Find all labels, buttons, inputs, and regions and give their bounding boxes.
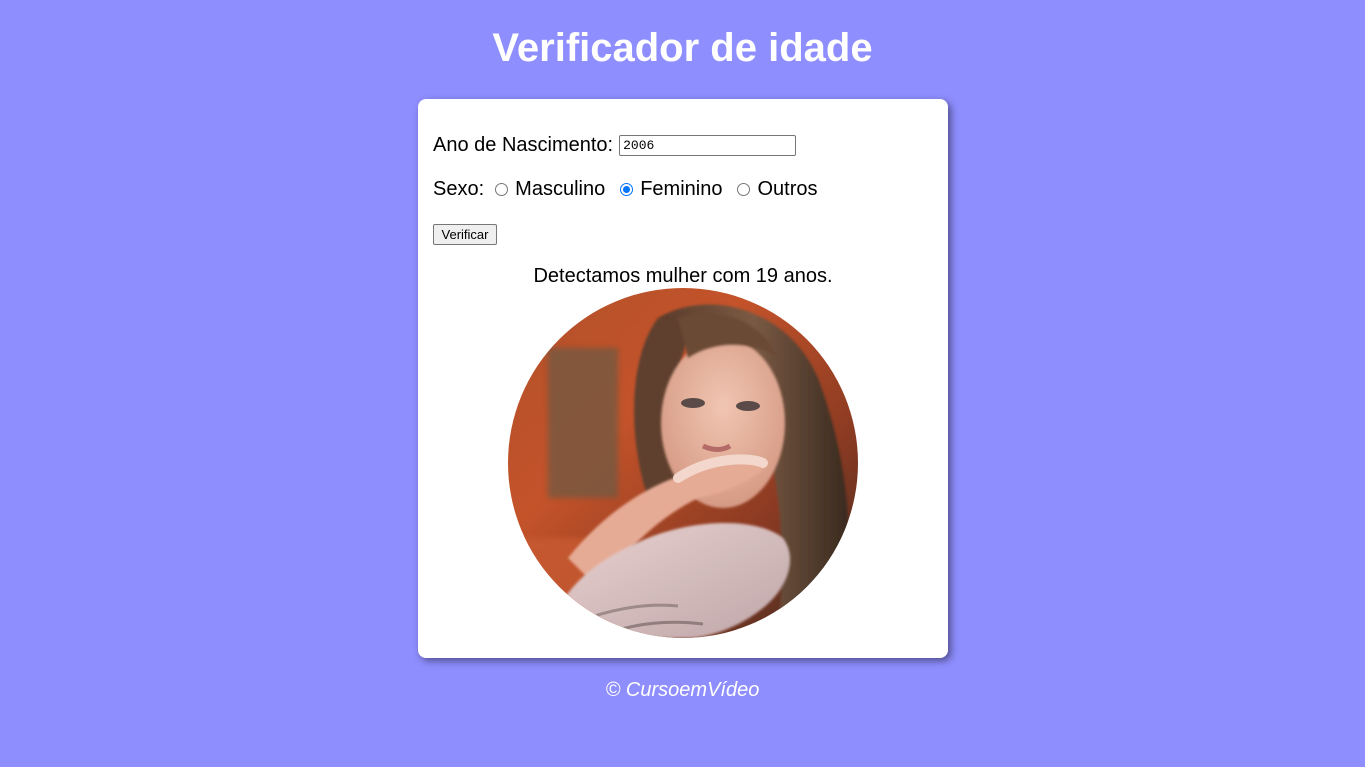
page-title: Verificador de idade: [492, 26, 873, 70]
radio-feminino-label[interactable]: Feminino: [640, 178, 722, 201]
radio-outros-label[interactable]: Outros: [757, 178, 817, 201]
woman-photo-icon: [508, 288, 858, 638]
footer-credit: © CursoemVídeo: [605, 679, 760, 701]
form-card: Ano de Nascimento: Sexo: Masculino Femin…: [418, 99, 948, 658]
radio-feminino[interactable]: [620, 182, 634, 196]
woman-photo-image: [508, 288, 858, 638]
radio-masculino-label[interactable]: Masculino: [515, 178, 605, 201]
radio-outros[interactable]: [737, 182, 751, 196]
page-header: Verificador de idade: [0, 22, 1365, 74]
sex-label: Sexo:: [433, 177, 485, 200]
radio-masculino[interactable]: [495, 182, 509, 196]
birth-year-label: Ano de Nascimento:: [433, 133, 614, 156]
birth-year-input[interactable]: [619, 134, 797, 156]
birth-year-row: Ano de Nascimento:: [433, 132, 797, 158]
sex-row: Sexo: Masculino Feminino Outros: [433, 176, 822, 202]
verify-button[interactable]: Verificar: [433, 224, 497, 245]
result-text: Detectamos mulher com 19 anos.: [533, 265, 833, 287]
